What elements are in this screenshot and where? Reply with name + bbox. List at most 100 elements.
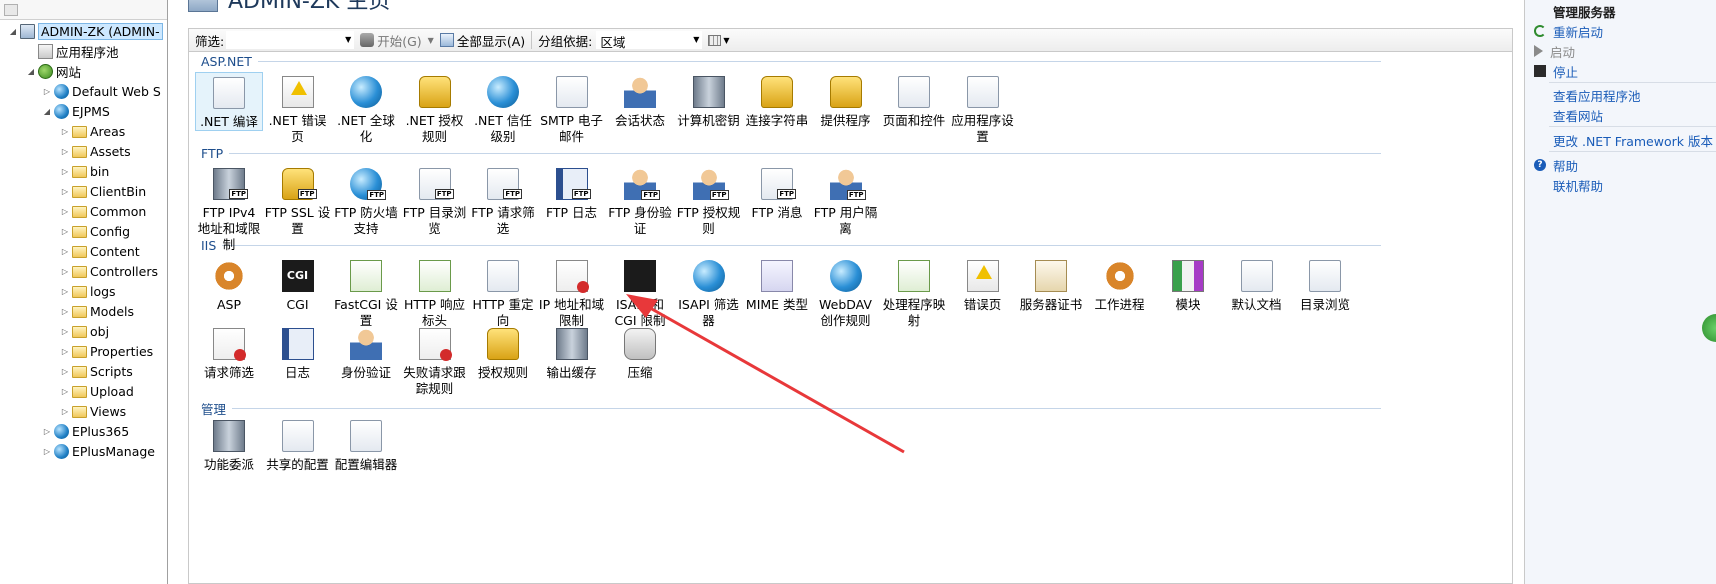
tree-item[interactable]: ▷ Config [60,222,130,241]
feature-tile[interactable]: 工作进程 [1086,256,1154,313]
expander-icon[interactable]: ◢ [8,27,18,36]
expander-icon[interactable]: ▷ [60,407,70,416]
feature-tile[interactable]: 计算机密钥 [675,72,743,129]
expander-icon[interactable]: ▷ [60,327,70,336]
feature-tile[interactable]: .NET 编译 [195,72,263,131]
chevron-down-icon[interactable]: ▼ [345,35,351,44]
show-all-button[interactable]: 全部显示(A) [439,31,525,50]
feature-tile[interactable]: IP 地址和域限制 [538,256,606,329]
feature-tile[interactable]: 错误页 [949,256,1017,313]
feature-tile[interactable]: 提供程序 [812,72,880,129]
feature-tile[interactable]: 处理程序映射 [880,256,948,329]
feature-tile[interactable]: 模块 [1154,256,1222,313]
feature-tile[interactable]: FTP FTP 日志 [538,164,606,221]
expander-icon[interactable]: ▷ [60,387,70,396]
view-sites-action[interactable]: 查看网站 [1525,106,1603,124]
feature-tile[interactable]: HTTP 重定向 [469,256,537,329]
feature-tile[interactable]: MIME 类型 [743,256,811,313]
tree-item[interactable]: ▷ Upload [60,382,134,401]
feature-tile[interactable]: 目录浏览 [1291,256,1359,313]
feature-tile[interactable]: 连接字符串 [743,72,811,129]
expander-icon[interactable]: ▷ [60,167,70,176]
tree-toolbar-icon[interactable] [4,3,18,16]
view-sites-label[interactable]: 查看网站 [1553,106,1603,125]
feature-tile[interactable]: .NET 全球化 [332,72,400,145]
tree-item[interactable]: ▷ Content [60,242,140,261]
tree-item[interactable]: ◢ EJPMS [42,102,110,121]
feature-tile[interactable]: 授权规则 [469,324,537,381]
feature-tile[interactable]: 请求筛选 [195,324,263,381]
restart-label[interactable]: 重新启动 [1553,22,1603,41]
feature-tile[interactable]: 页面和控件 [880,72,948,129]
chevron-down-icon[interactable]: ▼ [428,36,434,45]
expander-icon[interactable]: ▷ [60,307,70,316]
feature-tile[interactable]: CGI CGI [264,256,332,313]
tree-item[interactable]: ▷ bin [60,162,109,181]
change-framework-label[interactable]: 更改 .NET Framework 版本 [1553,131,1713,150]
view-mode-button[interactable]: ▼ [708,32,730,48]
tree-item[interactable]: ▷ Views [60,402,126,421]
tree-item[interactable]: ▷ Scripts [60,362,133,381]
view-app-pools-action[interactable]: 查看应用程序池 [1525,86,1641,104]
feature-tile[interactable]: FTP FTP 用户隔离 [812,164,880,237]
feature-tile[interactable]: FTP FTP SSL 设置 [264,164,332,237]
feature-tile[interactable]: 默认文档 [1223,256,1291,313]
tree-item[interactable]: ▷ Assets [60,142,131,161]
expander-icon[interactable]: ▷ [42,87,52,96]
feature-tile[interactable]: 输出缓存 [538,324,606,381]
tree-item[interactable]: ▷ ClientBin [60,182,146,201]
feature-tile[interactable]: 功能委派 [195,416,263,473]
tree-item[interactable]: ▷ Common [60,202,146,221]
help-label[interactable]: 帮助 [1553,156,1578,175]
tree-item[interactable]: ▷ Default Web S [42,82,161,101]
feature-tile[interactable]: 日志 [264,324,332,381]
expander-icon[interactable]: ◢ [42,107,52,116]
feature-tile[interactable]: .NET 错误页 [264,72,332,145]
change-framework-action[interactable]: 更改 .NET Framework 版本 [1525,131,1713,149]
start-filter-button[interactable]: 开始(G) [360,31,422,50]
expander-icon[interactable]: ▷ [60,287,70,296]
tree-item[interactable]: ▷ EPlus365 [42,422,129,441]
expander-icon[interactable]: ▷ [60,347,70,356]
feature-tile[interactable]: HTTP 响应标头 [401,256,469,329]
group-by-select[interactable]: 区域 ▼ [596,31,703,50]
feature-tile[interactable]: ASP [195,256,263,313]
feature-tile[interactable]: 失败请求跟踪规则 [401,324,469,397]
feature-tile[interactable]: SMTP 电子邮件 [538,72,606,145]
expander-icon[interactable]: ▷ [60,207,70,216]
expander-icon[interactable]: ▷ [60,247,70,256]
online-help-label[interactable]: 联机帮助 [1553,176,1603,195]
feature-tile[interactable]: ISAPI 筛选器 [675,256,743,329]
chevron-down-icon[interactable]: ▼ [693,35,699,44]
expander-icon[interactable]: ▷ [60,127,70,136]
feature-tile[interactable]: 服务器证书 [1017,256,1085,313]
feature-tile[interactable]: 共享的配置 [264,416,332,473]
tree-item[interactable]: 应用程序池 [26,42,119,61]
expander-icon[interactable]: ▷ [60,187,70,196]
expander-icon[interactable]: ◢ [26,67,36,76]
tree-item[interactable]: ◢ 网站 [26,62,81,81]
stop-action[interactable]: 停止 [1525,62,1578,80]
feature-tile[interactable]: 压缩 [606,324,674,381]
feature-tile[interactable]: 会话状态 [606,72,674,129]
expander-icon[interactable]: ▷ [60,367,70,376]
online-help-action[interactable]: 联机帮助 [1525,176,1603,194]
feature-tile[interactable]: FTP FTP 防火墙支持 [332,164,400,237]
feature-tile[interactable]: FTP FTP 请求筛选 [469,164,537,237]
restart-action[interactable]: 重新启动 [1525,22,1603,40]
expander-icon[interactable]: ▷ [60,147,70,156]
filter-input[interactable]: ▼ [226,31,355,49]
expander-icon[interactable]: ▷ [42,447,52,456]
view-app-pools-label[interactable]: 查看应用程序池 [1553,86,1641,105]
tree-item[interactable]: ▷ obj [60,322,109,341]
feature-tile[interactable]: FTP FTP 目录浏览 [401,164,469,237]
tree-item[interactable]: ▷ logs [60,282,116,301]
tree-item[interactable]: ◢ ADMIN-ZK (ADMIN- [8,22,163,41]
feature-tile[interactable]: FTP FTP 消息 [743,164,811,221]
feature-tile[interactable]: 配置编辑器 [332,416,400,473]
stop-label[interactable]: 停止 [1553,62,1578,81]
tree-item[interactable]: ▷ Properties [60,342,153,361]
feature-tile[interactable]: 身份验证 [332,324,400,381]
feature-tile[interactable]: .NET 授权规则 [401,72,469,145]
feature-tile[interactable]: FTP FTP 身份验证 [606,164,674,237]
